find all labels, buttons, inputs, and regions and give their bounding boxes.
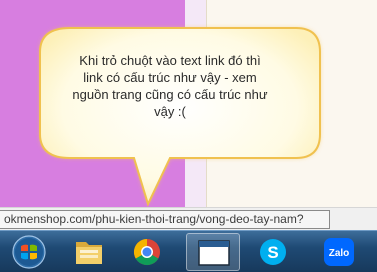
callout-message: Khi trỏ chuột vào text link đó thì link … — [60, 52, 280, 120]
windows-start-icon — [12, 235, 46, 269]
chrome-icon — [133, 238, 160, 266]
file-explorer-icon — [76, 242, 102, 264]
hover-link-url: okmenshop.com/phu-kien-thoi-trang/vong-d… — [0, 210, 330, 229]
zalo-button[interactable]: Zalo — [312, 233, 366, 271]
callout-line: nguồn trang cũng có cấu trúc như — [72, 87, 268, 102]
app-window-icon — [198, 240, 230, 266]
zalo-label: Zalo — [329, 248, 350, 259]
windows-taskbar: S Zalo — [0, 230, 377, 272]
zalo-icon: Zalo — [324, 238, 354, 266]
callout-line: link có cấu trúc như vậy - xem — [83, 70, 257, 85]
callout-line: vậy :( — [154, 104, 186, 119]
speech-bubble-callout: Khi trỏ chuột vào text link đó thì link … — [0, 0, 377, 207]
app-window-button[interactable] — [186, 233, 240, 271]
start-button[interactable] — [2, 233, 56, 271]
chrome-button[interactable] — [120, 233, 174, 271]
browser-status-bar: okmenshop.com/phu-kien-thoi-trang/vong-d… — [0, 207, 377, 230]
file-explorer-button[interactable] — [62, 233, 116, 271]
svg-text:S: S — [267, 243, 278, 262]
callout-line: Khi trỏ chuột vào text link đó thì — [79, 53, 261, 68]
skype-icon: S — [260, 239, 286, 265]
skype-button[interactable]: S — [246, 233, 300, 271]
